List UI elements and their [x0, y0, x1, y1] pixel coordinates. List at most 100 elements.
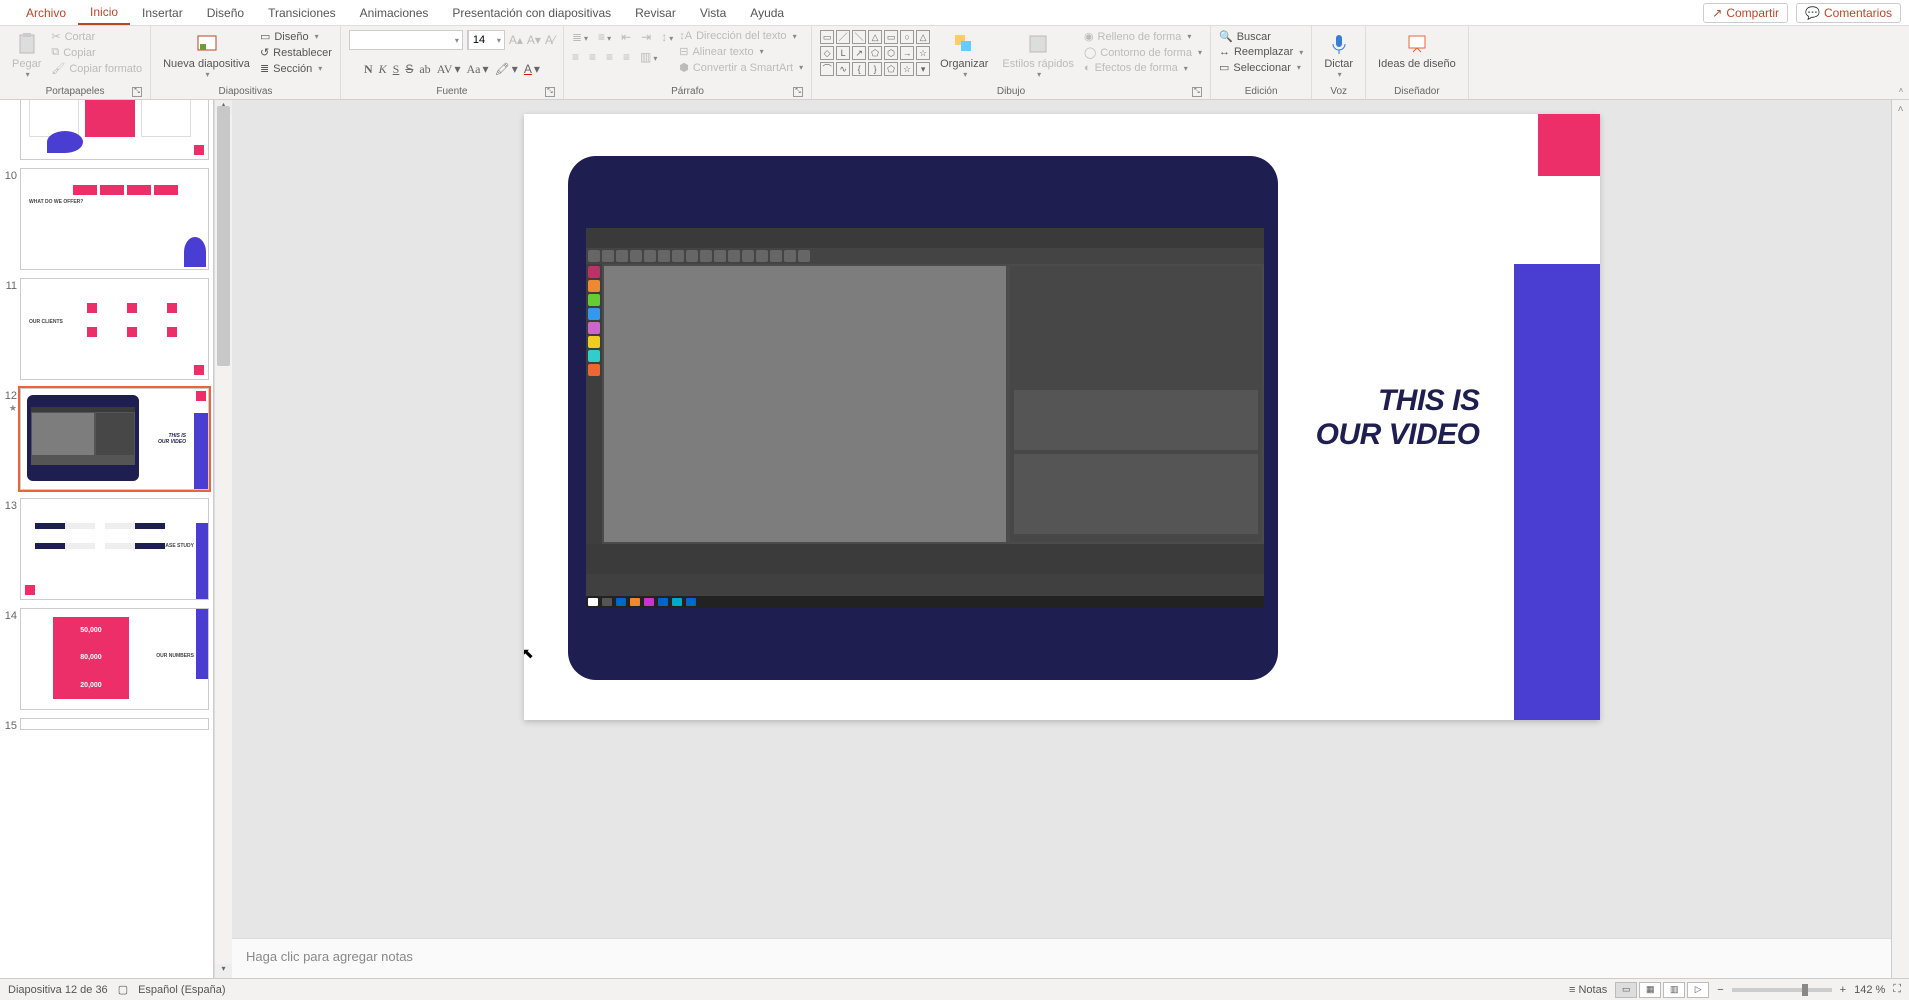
slide-title[interactable]: THIS IS OUR VIDEO	[1316, 384, 1480, 452]
numbering-button[interactable]: ≡▾	[598, 30, 611, 44]
section-button[interactable]: ≣Sección▾	[260, 62, 332, 75]
thumb-slide-13[interactable]: CASE STUDY	[20, 498, 209, 600]
cut-button[interactable]: ✂Cortar	[51, 30, 142, 43]
font-launcher[interactable]: ⤡	[545, 87, 555, 97]
font-size-box[interactable]: ▾	[467, 30, 505, 50]
drawing-launcher[interactable]: ⤡	[1192, 87, 1202, 97]
zoom-level[interactable]: 142 %	[1854, 984, 1885, 996]
tab-animations[interactable]: Animaciones	[348, 2, 441, 24]
outdent-button[interactable]: ⇤	[621, 30, 631, 44]
zoom-out-button[interactable]: −	[1717, 984, 1723, 996]
group-slides: Nueva diapositiva▾ ▭Diseño▾ ↺Restablecer…	[151, 26, 341, 99]
paragraph-launcher[interactable]: ⤡	[793, 87, 803, 97]
shapes-gallery[interactable]: ▭／＼△▭○△ ◇L↗⬠⬡→☆ ⌒∿{}⬠☆▾	[820, 30, 930, 76]
indent-button[interactable]: ⇥	[641, 30, 651, 44]
paste-button[interactable]: Pegar▾	[8, 30, 45, 81]
shapes-more-icon[interactable]: ▾	[916, 62, 930, 76]
shrink-font-icon[interactable]: A▾	[527, 33, 541, 47]
thumbs-scrollbar[interactable]: ▴ ▾	[214, 100, 232, 978]
font-name-input[interactable]	[350, 31, 450, 49]
bullets-button[interactable]: ≣▾	[572, 30, 588, 44]
quick-styles-button[interactable]: Estilos rápidos▾	[998, 30, 1078, 81]
slide-thumbnails-panel[interactable]: 9 10 WHAT DO WE OFFER?	[0, 100, 214, 978]
bold-button[interactable]: N	[364, 62, 373, 77]
right-collapse-pane[interactable]: ˄	[1891, 100, 1909, 978]
tab-design[interactable]: Diseño	[195, 2, 256, 24]
thumb-slide-11[interactable]: OUR CLIENTS	[20, 278, 209, 380]
thumb-slide-9[interactable]	[20, 100, 209, 160]
video-placeholder[interactable]	[568, 156, 1278, 680]
smartart-button[interactable]: ⬢Convertir a SmartArt▾	[679, 61, 803, 74]
align-left-button[interactable]: ≡	[572, 50, 579, 64]
replace-button[interactable]: ↔Reemplazar▾	[1219, 46, 1303, 58]
collapse-ribbon-icon[interactable]: ˄	[1899, 86, 1904, 95]
underline-button[interactable]: S	[393, 62, 400, 77]
zoom-slider-thumb[interactable]	[1802, 984, 1808, 996]
scrollbar-thumb[interactable]	[217, 106, 230, 366]
clipboard-launcher[interactable]: ⤡	[132, 87, 142, 97]
spacing-button[interactable]: AV▾	[437, 62, 461, 77]
clear-format-icon[interactable]: A⁄	[545, 33, 555, 47]
highlight-button[interactable]: 🖍▾	[495, 62, 518, 77]
line-spacing-button[interactable]: ↕▾	[661, 30, 673, 44]
shape-fill-button[interactable]: ◉Relleno de forma▾	[1084, 30, 1202, 43]
shape-effects-button[interactable]: ◐Efectos de forma▾	[1084, 62, 1202, 74]
align-right-button[interactable]: ≡	[606, 50, 613, 64]
font-color-button[interactable]: A▾	[524, 62, 540, 77]
align-text-button[interactable]: ⊟Alinear texto▾	[679, 45, 803, 58]
tab-insert[interactable]: Insertar	[130, 2, 195, 24]
font-size-input[interactable]	[468, 31, 492, 49]
italic-button[interactable]: K	[379, 62, 387, 77]
group-label-font: Fuente⤡	[349, 86, 555, 99]
select-button[interactable]: ▭Seleccionar▾	[1219, 61, 1303, 74]
thumb-slide-10[interactable]: WHAT DO WE OFFER?	[20, 168, 209, 270]
tab-help[interactable]: Ayuda	[738, 2, 796, 24]
layout-button[interactable]: ▭Diseño▾	[260, 30, 332, 43]
notes-toggle[interactable]: ≡ Notas	[1569, 984, 1607, 996]
arrange-icon	[952, 32, 976, 56]
share-button[interactable]: ↗Compartir	[1703, 3, 1788, 23]
tab-file[interactable]: Archivo	[14, 2, 78, 24]
normal-view-button[interactable]: ▭	[1615, 982, 1637, 998]
reset-button[interactable]: ↺Restablecer	[260, 46, 332, 59]
fit-to-window-button[interactable]: ⛶	[1893, 983, 1901, 996]
tab-view[interactable]: Vista	[688, 2, 738, 24]
shadow-button[interactable]: ab	[419, 62, 430, 77]
zoom-slider[interactable]	[1732, 988, 1832, 992]
columns-button[interactable]: ▥▾	[640, 50, 657, 64]
copy-button[interactable]: ⧉Copiar	[51, 46, 142, 59]
design-ideas-button[interactable]: Ideas de diseño	[1374, 30, 1460, 72]
cursor-icon: ▭	[1219, 61, 1229, 74]
justify-button[interactable]: ≡	[623, 50, 630, 64]
notes-pane[interactable]: Haga clic para agregar notas	[232, 938, 1891, 978]
comments-button[interactable]: 💬Comentarios	[1796, 3, 1901, 23]
slideshow-view-button[interactable]: ▷	[1687, 982, 1709, 998]
tab-review[interactable]: Revisar	[623, 2, 688, 24]
thumb-slide-12[interactable]: THIS ISOUR VIDEO	[20, 388, 209, 490]
dictate-button[interactable]: Dictar▾	[1320, 30, 1357, 81]
reading-view-button[interactable]: ▥	[1663, 982, 1685, 998]
tab-home[interactable]: Inicio	[78, 1, 130, 25]
align-center-button[interactable]: ≡	[589, 50, 596, 64]
sorter-view-button[interactable]: ▦	[1639, 982, 1661, 998]
shape-outline-button[interactable]: ◯Contorno de forma▾	[1084, 46, 1202, 59]
tab-slideshow[interactable]: Presentación con diapositivas	[440, 2, 623, 24]
format-painter-button[interactable]: 🖌Copiar formato	[51, 62, 142, 75]
text-direction-button[interactable]: ↕ADirección del texto▾	[679, 30, 803, 42]
strike-button[interactable]: S	[405, 62, 413, 77]
slide-12[interactable]: THIS IS OUR VIDEO	[524, 114, 1600, 720]
arrange-button[interactable]: Organizar▾	[936, 30, 992, 81]
case-button[interactable]: Aa▾	[467, 62, 489, 77]
zoom-in-button[interactable]: +	[1840, 984, 1846, 996]
new-slide-button[interactable]: Nueva diapositiva▾	[159, 30, 254, 81]
tab-transitions[interactable]: Transiciones	[256, 2, 348, 24]
accessibility-icon[interactable]: ▢	[118, 983, 128, 996]
thumb-slide-14[interactable]: 50,000 80,000 20,000 OUR NUMBERS	[20, 608, 209, 710]
thumb-slide-15[interactable]	[20, 718, 209, 730]
status-language[interactable]: Español (España)	[138, 984, 225, 996]
find-button[interactable]: 🔍Buscar	[1219, 30, 1303, 43]
font-name-box[interactable]: ▾	[349, 30, 463, 50]
slide-canvas[interactable]: THIS IS OUR VIDEO ⬉	[232, 100, 1891, 938]
grow-font-icon[interactable]: A▴	[509, 33, 523, 47]
scroll-down-icon[interactable]: ▾	[215, 964, 232, 978]
